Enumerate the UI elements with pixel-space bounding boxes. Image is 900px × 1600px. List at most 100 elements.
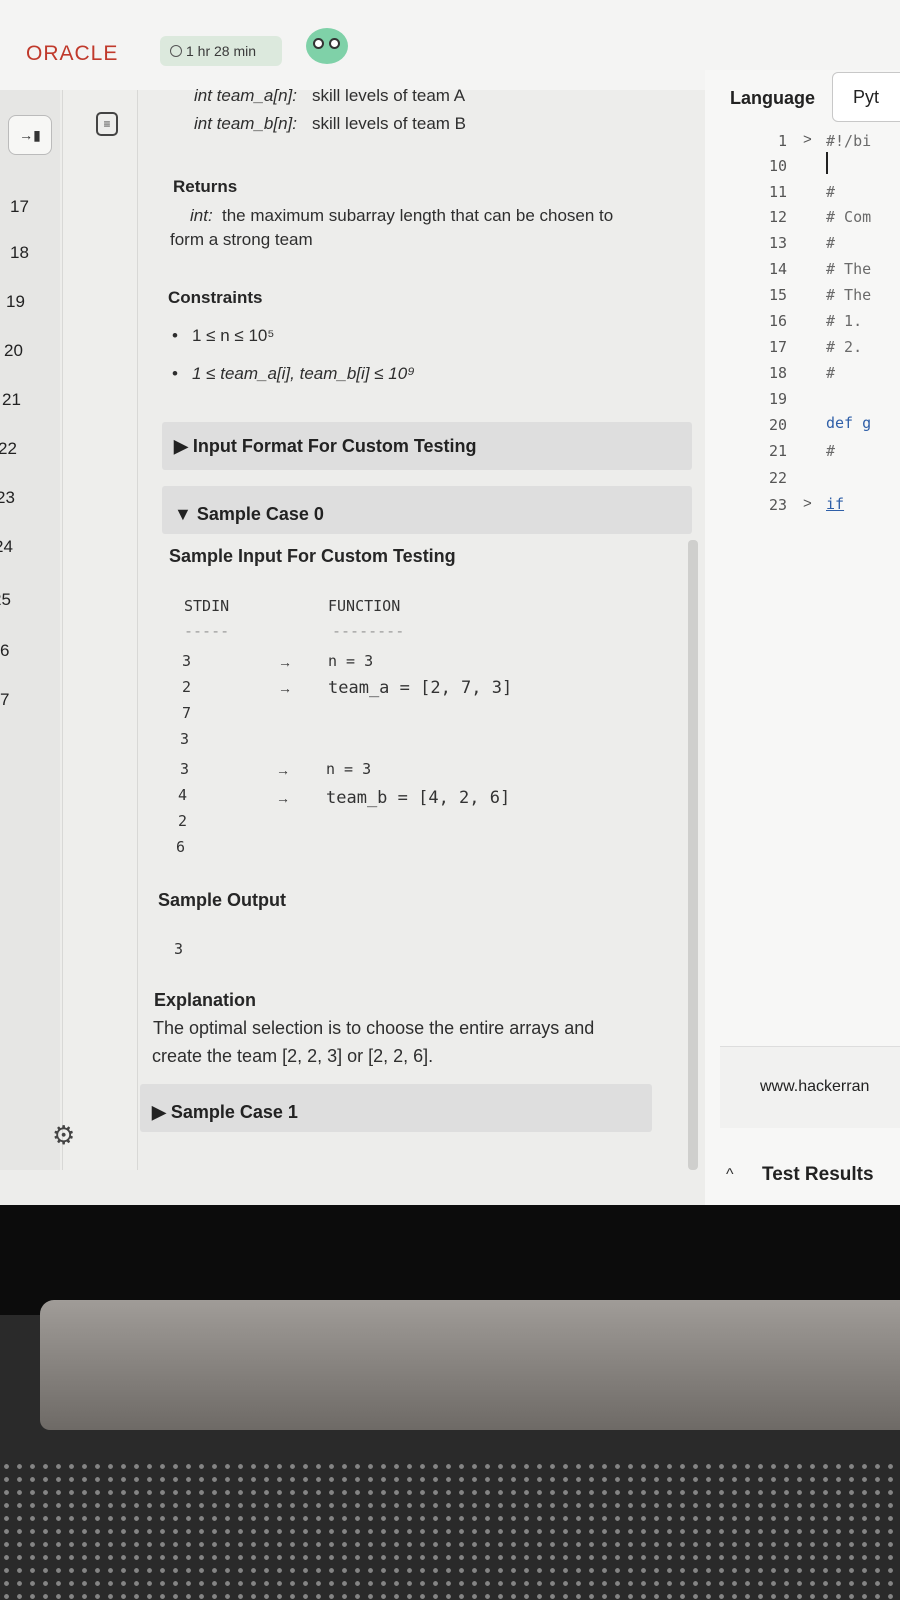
line-number: 18: [768, 364, 787, 382]
line-number: 13: [768, 234, 787, 252]
param-name: int team_a[n]:: [194, 86, 298, 105]
code-line: #: [826, 234, 836, 252]
stdin-value: 3: [180, 730, 190, 748]
stdin-value: 6: [176, 838, 186, 856]
constraint-2: 1 ≤ team_a[i], team_b[i] ≤ 10⁹: [192, 364, 415, 383]
function-divider: --------: [332, 622, 405, 640]
problem-scrollbar[interactable]: [688, 540, 698, 1170]
left-gutter: 17 18 19 20 21 22 23 24 25 6 7: [0, 90, 60, 1170]
laptop-bezel: [0, 1205, 900, 1315]
constraint-1: 1 ≤ n ≤ 10⁵: [192, 326, 275, 345]
line-number: 23: [768, 496, 787, 514]
gutter-line-number: 25: [0, 590, 11, 609]
explanation-line-1: The optimal selection is to choose the e…: [153, 1018, 595, 1038]
gutter-line-number: 24: [0, 537, 13, 556]
gutter-line-number: 17: [10, 197, 29, 216]
returns-text: the maximum subarray length that can be …: [222, 206, 614, 225]
line-number: 12: [768, 208, 787, 226]
arrow-icon: →: [278, 654, 292, 670]
bullet: •: [172, 364, 178, 383]
speaker-grille: [0, 1460, 900, 1600]
function-line: n = 3: [326, 760, 372, 778]
stdin-value: 7: [182, 704, 192, 722]
line-number: 11: [768, 183, 787, 201]
sample-case-1-section[interactable]: ▶ Sample Case 1: [140, 1084, 652, 1132]
line-number: 14: [768, 260, 787, 278]
param-desc: skill levels of team B: [312, 114, 466, 133]
line-number: 17: [768, 338, 787, 356]
problem-panel: int team_a[n]: skill levels of team A in…: [140, 80, 700, 1180]
stdin-value: 2: [178, 812, 188, 830]
function-header: FUNCTION: [328, 597, 401, 615]
gutter-line-number: 22: [0, 439, 17, 458]
explanation-heading: Explanation: [154, 990, 257, 1010]
language-label: Language: [730, 88, 816, 108]
bullet: •: [172, 326, 178, 345]
code-line: # Com: [826, 208, 872, 226]
line-number: 15: [768, 286, 787, 304]
arrow-icon: →: [276, 790, 290, 806]
line-number: 16: [768, 312, 787, 330]
sample-case-1-label: ▶ Sample Case 1: [152, 1102, 298, 1122]
line-number: 10: [768, 157, 787, 175]
explanation-line-2: create the team [2, 2, 3] or [2, 2, 6].: [152, 1046, 434, 1066]
sample-case-0-text: Sample Case 0: [196, 504, 324, 524]
mascot-right-eye: [329, 38, 340, 49]
stdin-value: 3: [180, 760, 190, 778]
code-line: #: [826, 364, 836, 382]
stdin-value: 4: [178, 786, 188, 804]
document-icon[interactable]: ≡: [96, 112, 118, 136]
function-line: team_b = [4, 2, 6]: [326, 788, 511, 808]
input-format-section[interactable]: ▶ Input Format For Custom Testing: [162, 422, 692, 470]
returns-type: int:: [190, 206, 213, 225]
gutter-line-number: 20: [4, 341, 23, 360]
code-line: #: [826, 183, 836, 201]
fold-chevron-icon[interactable]: >: [803, 495, 812, 512]
input-format-text: Input Format For Custom Testing: [192, 436, 477, 456]
screen: ORACLE 1 hr 28 min 17 18 19 20 21 22 23 …: [0, 0, 900, 1205]
code-line: #!/bi: [826, 132, 872, 150]
gear-icon[interactable]: ⚙: [52, 1120, 75, 1151]
sample-case-0-label: ▼ Sample Case 0: [174, 504, 324, 524]
function-line: team_a = [2, 7, 3]: [328, 678, 513, 698]
constraints-heading: Constraints: [168, 288, 263, 307]
laptop-hinge: [40, 1300, 900, 1430]
code-editor[interactable]: [705, 70, 900, 1205]
arrow-icon: →: [276, 762, 290, 778]
gutter-line-number: 6: [0, 641, 10, 660]
clock-icon: [170, 45, 182, 57]
input-format-label: ▶ Input Format For Custom Testing: [174, 436, 477, 456]
stdin-divider: -----: [184, 622, 230, 640]
timer-badge: 1 hr 28 min: [160, 36, 282, 66]
arrow-icon: →: [278, 680, 292, 696]
url-text: www.hackerran: [760, 1078, 870, 1095]
mascot-left-eye: [313, 38, 324, 49]
code-line: # The: [826, 260, 872, 278]
gutter-line-number: 21: [2, 390, 21, 409]
line-number: 20: [768, 416, 787, 434]
returns-heading: Returns: [173, 177, 238, 196]
param-desc: skill levels of team A: [312, 86, 466, 105]
timer-text: 1 hr 28 min: [186, 43, 257, 59]
code-line: # The: [826, 286, 872, 304]
stdin-value: 3: [182, 652, 192, 670]
toggle-panel-icon[interactable]: →▮: [8, 115, 52, 155]
chevron-up-icon[interactable]: ^: [726, 1166, 734, 1184]
code-line: # 2.: [826, 338, 863, 356]
test-results-toggle[interactable]: Test Results: [762, 1164, 874, 1186]
sidebar: [62, 90, 138, 1170]
line-number: 22: [768, 469, 787, 487]
oracle-logo: ORACLE: [26, 42, 119, 65]
code-line: if: [826, 495, 845, 513]
gutter-line-number: 19: [6, 292, 25, 311]
code-line: def g: [826, 414, 872, 432]
sample-case-0-section[interactable]: ▼ Sample Case 0: [162, 486, 692, 534]
sample-case-1-text: Sample Case 1: [170, 1102, 298, 1122]
code-line: # 1.: [826, 312, 863, 330]
sample-output-heading: Sample Output: [158, 890, 287, 910]
sample-output-value: 3: [174, 940, 184, 958]
gutter-line-number: 7: [0, 690, 10, 709]
language-select[interactable]: Pyt: [832, 72, 900, 122]
fold-chevron-icon[interactable]: >: [803, 131, 812, 148]
sample-input-heading: Sample Input For Custom Testing: [169, 546, 456, 566]
